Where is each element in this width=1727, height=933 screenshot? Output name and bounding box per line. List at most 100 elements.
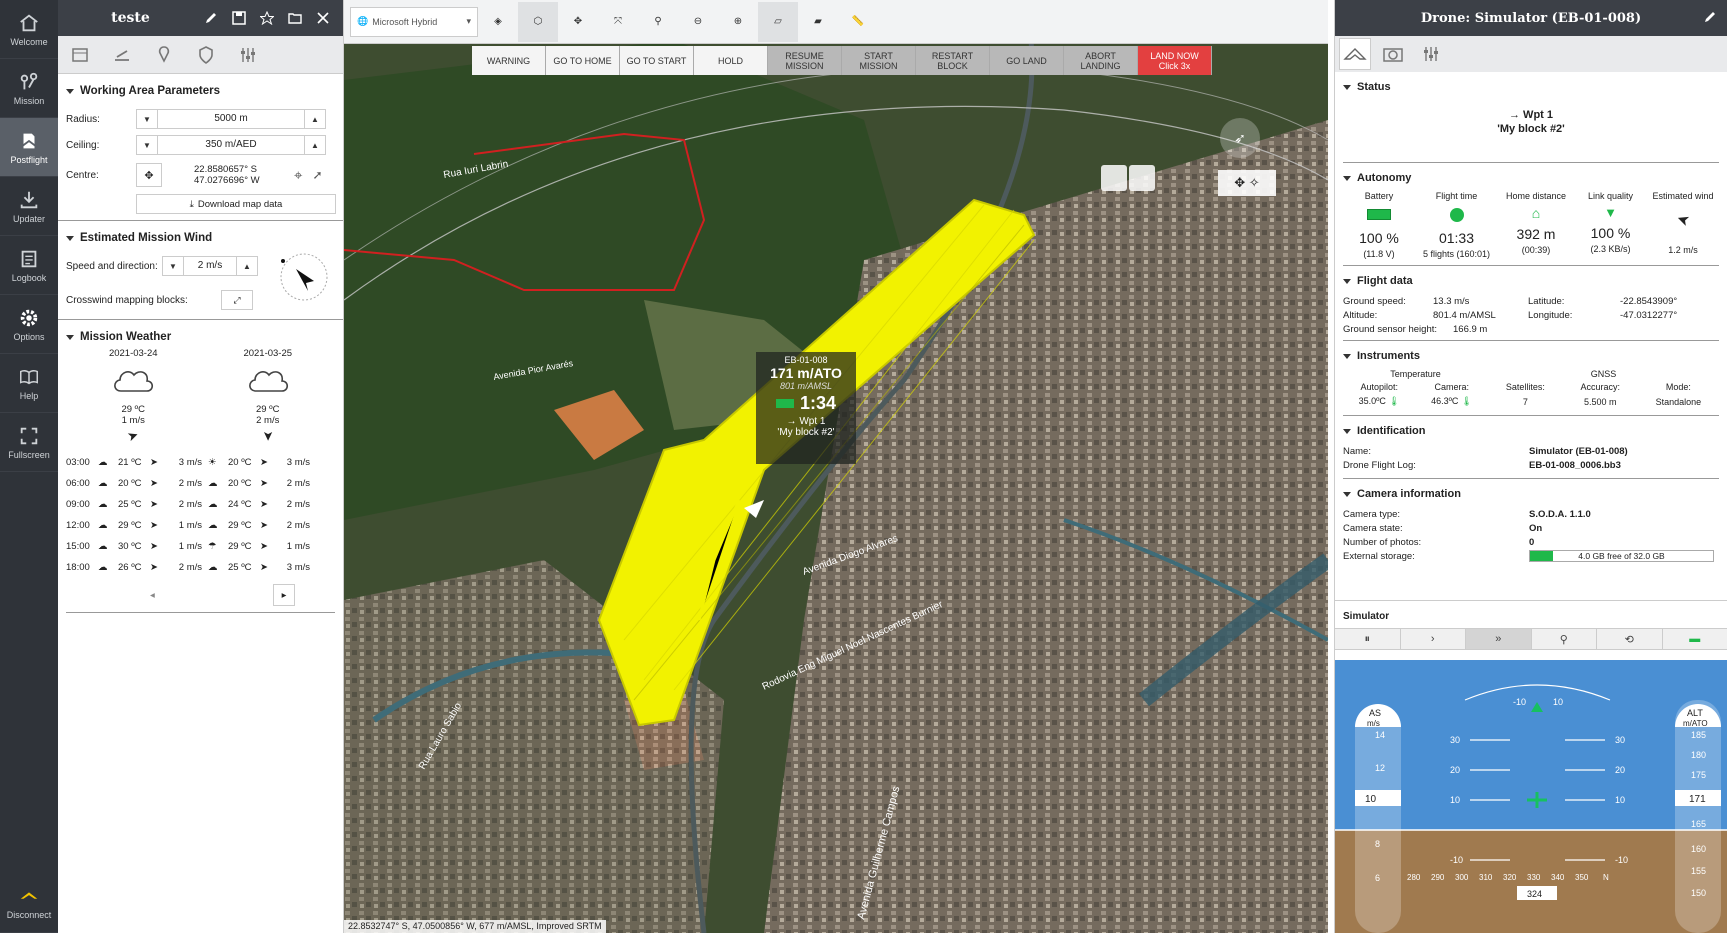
- section-header[interactable]: Camera information: [1343, 487, 1719, 501]
- save-icon[interactable]: [227, 6, 251, 30]
- move-centre-icon[interactable]: ✥: [136, 163, 162, 187]
- restart-block-button[interactable]: RESTART BLOCK: [916, 46, 990, 75]
- section-header[interactable]: Autonomy: [1343, 171, 1719, 185]
- temperature-label: Temperature: [1390, 369, 1441, 379]
- nav-label: Welcome: [10, 36, 48, 47]
- drone-waypoint: → Wpt 1: [786, 416, 826, 427]
- map-nav-control[interactable]: ✥ ✧: [1218, 170, 1276, 196]
- section-header[interactable]: Working Area Parameters: [66, 84, 335, 98]
- edit-icon[interactable]: [199, 6, 223, 30]
- satellite-map[interactable]: Rua Lauro Sabio Avenida Pior Avarés Aven…: [344, 0, 1328, 933]
- draw-block-icon[interactable]: ▰: [798, 2, 838, 42]
- storage-label: External storage:: [1343, 550, 1415, 562]
- autonomy-label: Flight time: [1435, 191, 1478, 201]
- map-view[interactable]: Rua Lauro Sabio Avenida Pior Avarés Aven…: [344, 0, 1328, 933]
- chevron-down-icon[interactable]: ▼: [137, 115, 157, 124]
- heading-tick: 280: [1407, 873, 1421, 882]
- location-pin-icon[interactable]: [148, 39, 180, 71]
- chevron-up-icon[interactable]: ▲: [305, 115, 325, 124]
- map-compass[interactable]: ➶: [1220, 118, 1260, 158]
- nav-welcome[interactable]: Welcome: [0, 0, 58, 59]
- location-pin-button[interactable]: ⚲: [1532, 629, 1597, 649]
- star-icon[interactable]: [255, 6, 279, 30]
- section-header[interactable]: Estimated Mission Wind: [66, 231, 335, 245]
- go-to-start-button[interactable]: GO TO START: [620, 46, 694, 75]
- location-pin-icon[interactable]: ⚲: [638, 2, 678, 42]
- edit-icon[interactable]: [1703, 10, 1717, 28]
- heading-tick: 310: [1479, 873, 1493, 882]
- ceiling-stepper[interactable]: ▼ 350 m/AED ▲: [136, 135, 326, 155]
- fit-view-icon[interactable]: ⤧: [598, 2, 638, 42]
- drone-icon[interactable]: [1339, 38, 1371, 70]
- close-icon[interactable]: [311, 6, 335, 30]
- resume-mission-button[interactable]: RESUME MISSION: [768, 46, 842, 75]
- alt-tick: 175: [1691, 770, 1706, 780]
- go-to-home-button[interactable]: GO TO HOME: [546, 46, 620, 75]
- nav-postflight[interactable]: Postflight: [0, 118, 58, 177]
- shield-icon[interactable]: [190, 39, 222, 71]
- fast-forward-button[interactable]: »: [1466, 629, 1532, 649]
- nav-mission[interactable]: Mission: [0, 59, 58, 118]
- wind-direction-dial[interactable]: [278, 251, 330, 303]
- nav-logbook[interactable]: Logbook: [0, 236, 58, 295]
- prev-icon[interactable]: ◂: [150, 590, 155, 601]
- battery-button[interactable]: ▬: [1663, 629, 1727, 649]
- weather-row: 12:00 ☁ 29 ºC ➤ 1 m/s ☁ 29 ºC ➤ 2 m/s: [66, 515, 335, 536]
- zoom-in-icon[interactable]: ⊕: [718, 2, 758, 42]
- abort-landing-button[interactable]: ABORT LANDING: [1064, 46, 1138, 75]
- next-button[interactable]: ▸: [273, 584, 295, 606]
- section-header[interactable]: Flight data: [1343, 274, 1719, 288]
- autonomy-value: 01:33: [1438, 230, 1475, 246]
- start-mission-button[interactable]: START MISSION: [842, 46, 916, 75]
- chevron-down-icon[interactable]: ▼: [163, 262, 183, 271]
- chevron-down-icon[interactable]: ▼: [137, 141, 157, 150]
- crosswind-label: Crosswind mapping blocks:: [66, 294, 188, 306]
- wind-arrow-icon: ➤: [1674, 209, 1692, 230]
- chevron-up-icon[interactable]: ▲: [237, 262, 257, 271]
- wind-speed-label: Speed and direction:: [66, 260, 158, 272]
- home-icon: ⌂: [1531, 205, 1541, 221]
- section-header[interactable]: Mission Weather: [66, 330, 335, 344]
- sliders-icon[interactable]: [232, 39, 264, 71]
- drone-info-label[interactable]: EB-01-008 171 m/ATO 801 m/AMSL 1:34 → Wp…: [756, 352, 856, 464]
- zoom-out-icon[interactable]: ⊖: [678, 2, 718, 42]
- nav-fullscreen[interactable]: Fullscreen: [0, 413, 58, 472]
- play-button[interactable]: ›: [1401, 629, 1466, 649]
- hour: 15:00: [66, 541, 90, 552]
- ceiling-value[interactable]: 350 m/AED: [157, 136, 305, 154]
- map-layer-select[interactable]: 🌐 Microsoft Hybrid ▾: [350, 6, 478, 37]
- weather-section: Mission Weather 2021-03-24 29 ºC 1 m/s ➤…: [58, 330, 343, 613]
- wind-speed-stepper[interactable]: ▼ 2 m/s ▲: [162, 256, 258, 276]
- chevron-up-icon[interactable]: ▲: [305, 141, 325, 150]
- reset-button[interactable]: ⟲: [1597, 629, 1663, 649]
- nav-disconnect[interactable]: Disconnect: [0, 873, 58, 933]
- takeoff-icon[interactable]: [106, 39, 138, 71]
- section-header[interactable]: Identification: [1343, 424, 1719, 438]
- download-map-button[interactable]: ⤓ Download map data: [136, 194, 336, 214]
- crosswind-toggle[interactable]: ⤢: [221, 290, 253, 310]
- sliders-icon[interactable]: [1415, 38, 1447, 70]
- hold-button[interactable]: HOLD: [694, 46, 768, 75]
- cursor-pick-icon[interactable]: ➚: [312, 168, 322, 182]
- folder-icon[interactable]: [283, 6, 307, 30]
- warning-button[interactable]: WARNING: [472, 46, 546, 75]
- go-land-button[interactable]: GO LAND: [990, 46, 1064, 75]
- nav-options[interactable]: Options: [0, 295, 58, 354]
- ruler-icon[interactable]: 📏: [838, 2, 878, 42]
- layers-icon[interactable]: ◈: [478, 2, 518, 42]
- map-layers-icon[interactable]: [64, 39, 96, 71]
- section-header[interactable]: Status: [1343, 80, 1719, 94]
- pause-button[interactable]: ⏸: [1335, 629, 1401, 649]
- radius-value[interactable]: 5000 m: [157, 110, 305, 128]
- section-header[interactable]: Instruments: [1343, 349, 1719, 363]
- center-drone-icon[interactable]: ✥: [558, 2, 598, 42]
- draw-area-icon[interactable]: ▱: [758, 1, 798, 42]
- nav-help[interactable]: Help: [0, 354, 58, 413]
- land-now-button[interactable]: LAND NOW Click 3x: [1138, 46, 1212, 75]
- nav-updater[interactable]: Updater: [0, 177, 58, 236]
- radius-stepper[interactable]: ▼ 5000 m ▲: [136, 109, 326, 129]
- wind-speed-value[interactable]: 2 m/s: [183, 257, 237, 275]
- crosshair-icon[interactable]: ⌖: [294, 167, 302, 184]
- camera-icon[interactable]: [1377, 38, 1409, 70]
- 3d-cube-icon[interactable]: ⬡: [518, 1, 558, 42]
